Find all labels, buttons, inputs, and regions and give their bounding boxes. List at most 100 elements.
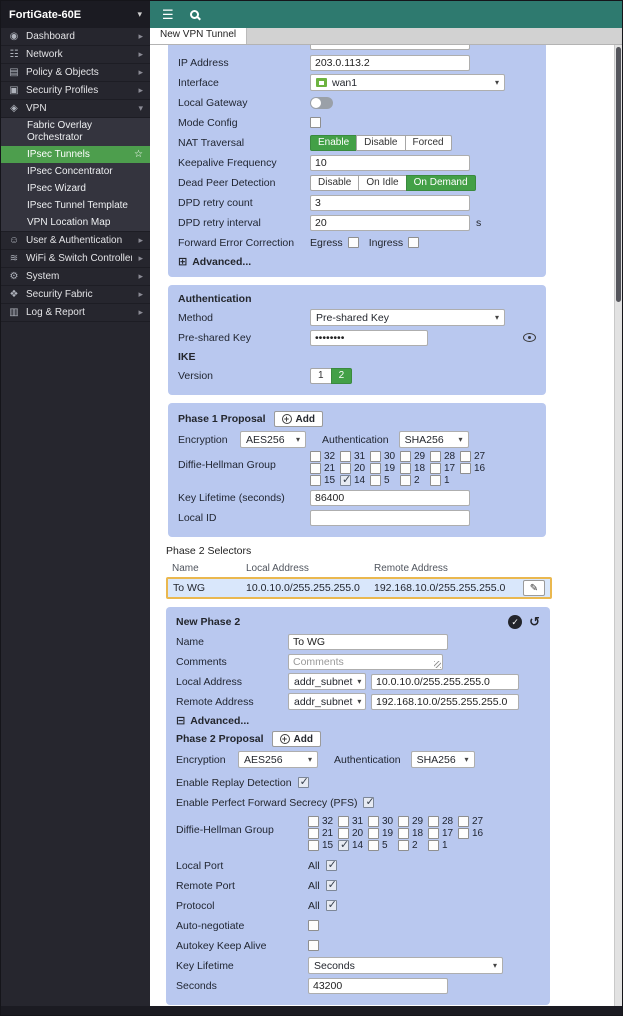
phase1-encryption-select[interactable]: AES256 ▾ xyxy=(240,431,306,448)
mode-config-checkbox[interactable] xyxy=(310,117,321,128)
phase1-add-button[interactable]: + Add xyxy=(273,411,323,427)
phase2-add-button[interactable]: + Add xyxy=(271,731,321,747)
sidebar-item-user-authentication[interactable]: ☺ User & Authentication ▸ xyxy=(1,232,150,250)
vertical-scrollbar[interactable] xyxy=(614,45,622,1006)
sidebar-item-security-profiles[interactable]: ▣ Security Profiles ▸ xyxy=(1,82,150,100)
dh-checkbox[interactable] xyxy=(458,816,469,827)
dpd-on-demand-button[interactable]: On Demand xyxy=(405,174,476,191)
dh-checkbox[interactable] xyxy=(460,451,471,462)
phase2-key-lifetime-select[interactable]: Seconds ▾ xyxy=(308,957,503,974)
dh-checkbox[interactable] xyxy=(340,451,351,462)
dh-checkbox[interactable] xyxy=(368,840,379,851)
sidebar-item-security-fabric[interactable]: ❖ Security Fabric ▸ xyxy=(1,286,150,304)
sidebar-item-wifi-switch-controller[interactable]: ≋ WiFi & Switch Controller ▸ xyxy=(1,250,150,268)
preshared-key-input[interactable] xyxy=(310,329,428,346)
dh-checkbox[interactable] xyxy=(400,463,411,474)
apply-phase2-button[interactable]: ✓ xyxy=(508,615,523,629)
dh-checkbox[interactable] xyxy=(338,838,349,851)
dh-checkbox[interactable] xyxy=(400,475,411,486)
nat-forced-button[interactable]: Forced xyxy=(404,134,452,151)
dh-checkbox[interactable] xyxy=(310,451,321,462)
phase2-comments-input[interactable] xyxy=(288,653,443,670)
dh-checkbox[interactable] xyxy=(338,816,349,827)
resize-handle[interactable] xyxy=(434,660,441,668)
sidebar-item-ipsec-concentrator[interactable]: IPsec Concentrator xyxy=(1,163,150,180)
dh-checkbox[interactable] xyxy=(368,816,379,827)
dh-checkbox[interactable] xyxy=(398,816,409,827)
sidebar-item-policy-objects[interactable]: ▤ Policy & Objects ▸ xyxy=(1,64,150,82)
device-selector[interactable]: FortiGate-60E ▾ xyxy=(1,1,150,28)
dh-checkbox[interactable] xyxy=(370,475,381,486)
dh-checkbox[interactable] xyxy=(368,828,379,839)
dh-checkbox[interactable] xyxy=(370,451,381,462)
clipped-input[interactable] xyxy=(310,45,470,50)
dh-checkbox[interactable] xyxy=(310,475,321,486)
dpd-disable-button[interactable]: Disable xyxy=(310,174,360,191)
phase2-selector-row[interactable]: To WG 10.0.10.0/255.255.255.0 192.168.10… xyxy=(166,577,552,599)
phase2-encryption-select[interactable]: AES256 ▾ xyxy=(238,751,318,768)
eye-icon[interactable] xyxy=(523,333,536,342)
dh-checkbox[interactable] xyxy=(370,463,381,474)
star-icon[interactable]: ☆ xyxy=(134,149,143,161)
phase2-seconds-input[interactable] xyxy=(308,977,448,994)
dh-checkbox[interactable] xyxy=(460,463,471,474)
dh-checkbox[interactable] xyxy=(340,473,351,486)
version-2-button[interactable]: 2 xyxy=(330,367,353,384)
sidebar-item-fabric-overlay-orchestrator[interactable]: Fabric Overlay Orchestrator xyxy=(1,118,150,146)
remote-port-all-checkbox[interactable] xyxy=(325,878,337,891)
sidebar-item-system[interactable]: ⚙ System ▸ xyxy=(1,268,150,286)
pfs-checkbox[interactable] xyxy=(363,795,375,808)
version-1-button[interactable]: 1 xyxy=(310,367,332,384)
ip-address-input[interactable] xyxy=(310,54,470,71)
dh-checkbox[interactable] xyxy=(400,451,411,462)
key-lifetime-input[interactable] xyxy=(310,489,470,506)
network-advanced-toggle[interactable]: ⊞ Advanced... xyxy=(178,255,536,269)
nat-disable-button[interactable]: Disable xyxy=(356,134,406,151)
phase2-authentication-select[interactable]: SHA256 ▾ xyxy=(410,751,475,768)
nat-enable-button[interactable]: Enable xyxy=(310,134,358,151)
form-scroll-area[interactable]: IP Address Interface wan1 ▾ Local Gatewa… xyxy=(150,45,614,1006)
local-id-input[interactable] xyxy=(310,509,470,526)
local-port-all-checkbox[interactable] xyxy=(325,858,337,871)
dh-checkbox[interactable] xyxy=(398,828,409,839)
local-gateway-toggle[interactable] xyxy=(310,96,333,109)
sidebar-item-network[interactable]: ☷ Network ▸ xyxy=(1,46,150,64)
dh-checkbox[interactable] xyxy=(310,463,321,474)
protocol-all-checkbox[interactable] xyxy=(325,898,337,911)
sidebar-item-ipsec-tunnels[interactable]: IPsec Tunnels ☆ xyxy=(1,146,150,163)
dpd-retry-interval-input[interactable] xyxy=(310,214,470,231)
fec-egress-checkbox[interactable] xyxy=(347,237,359,248)
phase2-remote-address-type-select[interactable]: addr_subnet ▾ xyxy=(288,693,366,710)
phase2-advanced-toggle[interactable]: ⊟ Advanced... xyxy=(176,714,540,728)
phase1-authentication-select[interactable]: SHA256 ▾ xyxy=(398,431,469,448)
interface-select[interactable]: wan1 ▾ xyxy=(310,74,505,91)
dh-checkbox[interactable] xyxy=(308,816,319,827)
sidebar-item-dashboard[interactable]: ◉ Dashboard ▸ xyxy=(1,28,150,46)
phase2-name-input[interactable] xyxy=(288,633,448,650)
dh-checkbox[interactable] xyxy=(428,840,439,851)
phase2-local-address-input[interactable] xyxy=(371,673,519,690)
dpd-on-idle-button[interactable]: On Idle xyxy=(358,174,407,191)
tab-new-vpn-tunnel[interactable]: New VPN Tunnel xyxy=(150,28,248,44)
sidebar-item-ipsec-wizard[interactable]: IPsec Wizard xyxy=(1,180,150,197)
fec-ingress-checkbox[interactable] xyxy=(408,237,420,248)
phase2-local-address-type-select[interactable]: addr_subnet ▾ xyxy=(288,673,366,690)
method-select[interactable]: Pre-shared Key ▾ xyxy=(310,309,505,326)
sidebar-item-vpn[interactable]: ◈ VPN ▾ xyxy=(1,100,150,118)
dh-checkbox[interactable] xyxy=(430,463,441,474)
dh-checkbox[interactable] xyxy=(398,840,409,851)
dh-checkbox[interactable] xyxy=(430,451,441,462)
menu-toggle-icon[interactable]: ☰ xyxy=(162,7,174,23)
phase2-remote-address-input[interactable] xyxy=(371,693,519,710)
autokey-keep-alive-checkbox[interactable] xyxy=(308,940,319,951)
dh-checkbox[interactable] xyxy=(458,828,469,839)
dh-checkbox[interactable] xyxy=(308,840,319,851)
search-icon[interactable] xyxy=(189,10,199,19)
dh-checkbox[interactable] xyxy=(428,828,439,839)
edit-phase2-button[interactable]: ✎ xyxy=(523,580,545,596)
auto-negotiate-checkbox[interactable] xyxy=(308,920,319,931)
dh-checkbox[interactable] xyxy=(308,828,319,839)
revert-phase2-button[interactable]: ↺ xyxy=(529,615,540,629)
replay-detection-checkbox[interactable] xyxy=(297,775,309,788)
scrollbar-thumb[interactable] xyxy=(616,47,621,302)
